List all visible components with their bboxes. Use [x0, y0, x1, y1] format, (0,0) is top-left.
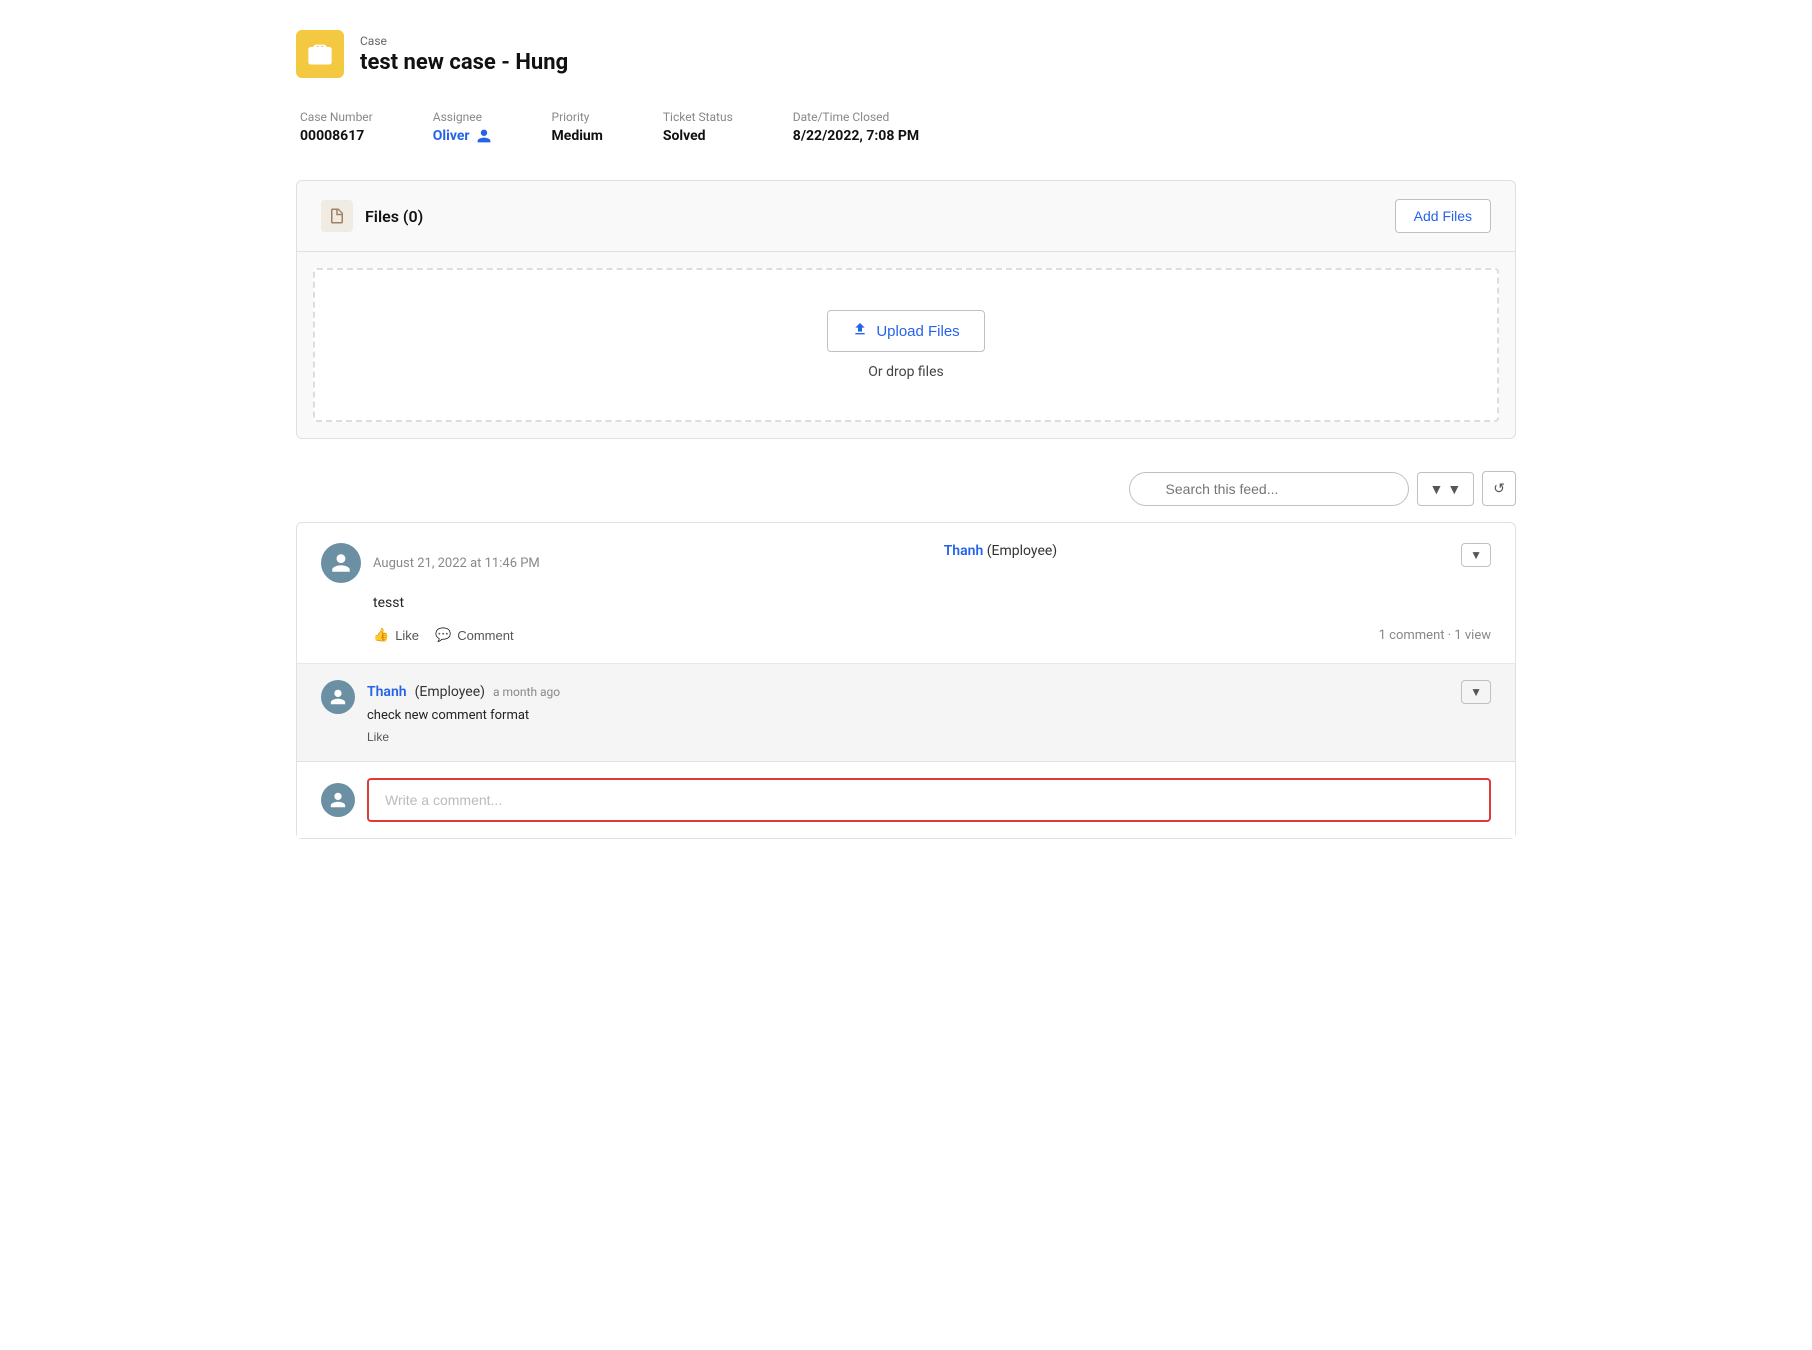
- post-actions: 👍 Like 💬 Comment 1 comment · 1 view: [373, 627, 1491, 643]
- post-content: tesst: [373, 595, 1491, 611]
- post-card: August 21, 2022 at 11:46 PM Thanh (Emplo…: [296, 522, 1516, 839]
- search-feed-input[interactable]: [1129, 472, 1409, 506]
- assignee-link[interactable]: Oliver: [433, 128, 492, 144]
- files-title-area: Files (0): [321, 200, 423, 232]
- comment-time: a month ago: [493, 685, 560, 699]
- files-section: Files (0) Add Files Upload Files Or drop…: [296, 180, 1516, 439]
- priority-label: Priority: [552, 110, 603, 124]
- post-stats: 1 comment · 1 view: [1379, 628, 1491, 643]
- post-author-link[interactable]: Thanh: [944, 543, 984, 559]
- comment-item: Thanh (Employee) a month ago ▼ check new…: [321, 680, 1491, 745]
- case-meta: Case Number 00008617 Assignee Oliver Pri…: [296, 110, 1516, 144]
- ticket-status-value: Solved: [663, 128, 733, 144]
- assignee-person-icon: [476, 128, 492, 144]
- comment-icon: 💬: [435, 627, 451, 643]
- filter-icon: ▼: [1430, 481, 1444, 497]
- comment-avatar: [321, 680, 355, 714]
- comment-author-role: (Employee): [415, 684, 485, 700]
- case-header: Case test new case - Hung: [296, 30, 1516, 78]
- case-label: Case: [360, 34, 568, 48]
- files-title: Files (0): [365, 207, 423, 226]
- case-title-block: Case test new case - Hung: [360, 34, 568, 75]
- meta-ticket-status: Ticket Status Solved: [663, 110, 733, 144]
- drop-files-text: Or drop files: [868, 364, 943, 380]
- comment-text: check new comment format: [367, 708, 1491, 723]
- post-center-author-area: Thanh (Employee): [944, 543, 1058, 559]
- ticket-status-label: Ticket Status: [663, 110, 733, 124]
- case-title: test new case - Hung: [360, 50, 568, 75]
- post-dropdown-button[interactable]: ▼: [1461, 543, 1491, 567]
- refresh-button[interactable]: ↺: [1482, 471, 1516, 506]
- search-wrapper: 🔍: [1129, 472, 1409, 506]
- filter-button[interactable]: ▼ ▼: [1417, 472, 1475, 506]
- upload-icon: [852, 321, 868, 341]
- filter-dropdown-arrow: ▼: [1447, 481, 1461, 497]
- files-header: Files (0) Add Files: [297, 181, 1515, 252]
- write-comment-input[interactable]: [367, 778, 1491, 822]
- write-comment-avatar: [321, 783, 355, 817]
- case-number-label: Case Number: [300, 110, 373, 124]
- post-author-role: (Employee): [987, 543, 1057, 559]
- case-icon: [296, 30, 344, 78]
- priority-value: Medium: [552, 128, 603, 144]
- files-icon: [321, 200, 353, 232]
- case-number-value: 00008617: [300, 128, 373, 144]
- meta-priority: Priority Medium: [552, 110, 603, 144]
- comment-header: Thanh (Employee) a month ago ▼: [367, 680, 1491, 704]
- post-author-info: August 21, 2022 at 11:46 PM: [321, 543, 540, 583]
- like-button[interactable]: 👍 Like: [373, 627, 419, 643]
- add-files-button[interactable]: Add Files: [1395, 199, 1491, 233]
- comment-body: Thanh (Employee) a month ago ▼ check new…: [367, 680, 1491, 745]
- post-author-avatar: [321, 543, 361, 583]
- post-timestamp: August 21, 2022 at 11:46 PM: [373, 556, 540, 571]
- upload-files-button[interactable]: Upload Files: [827, 310, 984, 352]
- comment-section: Thanh (Employee) a month ago ▼ check new…: [297, 664, 1515, 762]
- write-comment-area: [297, 762, 1515, 838]
- feed-toolbar: 🔍 ▼ ▼ ↺: [296, 471, 1516, 506]
- comment-meta: Thanh (Employee) a month ago: [367, 684, 560, 700]
- comment-dropdown-button[interactable]: ▼: [1461, 680, 1491, 704]
- date-closed-value: 8/22/2022, 7:08 PM: [793, 128, 919, 144]
- comment-button[interactable]: 💬 Comment: [435, 627, 514, 643]
- meta-assignee: Assignee Oliver: [433, 110, 492, 144]
- date-closed-label: Date/Time Closed: [793, 110, 919, 124]
- assignee-label: Assignee: [433, 110, 492, 124]
- files-upload-area: Upload Files Or drop files: [313, 268, 1499, 422]
- meta-date-closed: Date/Time Closed 8/22/2022, 7:08 PM: [793, 110, 919, 144]
- comment-author-link[interactable]: Thanh: [367, 684, 407, 700]
- post-header-row: August 21, 2022 at 11:46 PM Thanh (Emplo…: [321, 543, 1491, 583]
- comment-like-button[interactable]: Like: [367, 730, 389, 744]
- like-icon: 👍: [373, 627, 389, 643]
- meta-case-number: Case Number 00008617: [300, 110, 373, 144]
- post-action-buttons: 👍 Like 💬 Comment: [373, 627, 514, 643]
- post-main: August 21, 2022 at 11:46 PM Thanh (Emplo…: [297, 523, 1515, 664]
